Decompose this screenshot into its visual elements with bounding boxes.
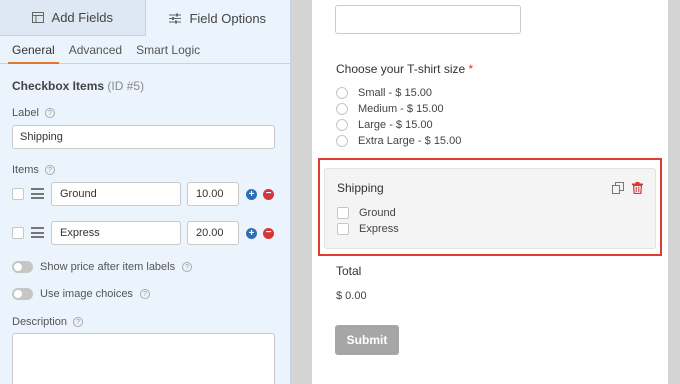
radio-button[interactable] xyxy=(336,135,348,147)
show-price-label: Show price after item labels xyxy=(40,261,176,273)
show-price-toggle[interactable] xyxy=(12,261,33,273)
add-item-icon[interactable]: + xyxy=(246,189,257,200)
size-option-label: Small - $ 15.00 xyxy=(358,87,432,99)
add-item-icon[interactable]: + xyxy=(246,228,257,239)
panel-tabs: Add Fields Field Options xyxy=(0,0,290,36)
help-icon[interactable]: ? xyxy=(139,289,150,299)
radio-button[interactable] xyxy=(336,119,348,131)
size-option[interactable]: Small - $ 15.00 xyxy=(336,87,432,99)
image-choices-toggle[interactable] xyxy=(12,288,33,300)
help-icon[interactable]: ? xyxy=(44,165,55,175)
label-input[interactable]: Shipping xyxy=(12,125,275,149)
item-default-checkbox[interactable] xyxy=(12,227,24,239)
duplicate-icon[interactable] xyxy=(612,181,624,199)
subtab-advanced[interactable]: Advanced xyxy=(69,36,122,63)
total-value: $ 0.00 xyxy=(336,290,367,302)
image-choices-toggle-row: Use image choices ? xyxy=(12,288,150,300)
help-icon[interactable]: ? xyxy=(73,317,84,327)
submit-button[interactable]: Submit xyxy=(335,325,399,355)
selected-field-highlight: Shipping Ground Express xyxy=(318,158,662,256)
show-price-toggle-row: Show price after item labels ? xyxy=(12,261,193,273)
tab-field-options-label: Field Options xyxy=(189,10,267,26)
tshirt-size-label-text: Choose your T-shirt size xyxy=(336,62,466,76)
label-caption-text: Label xyxy=(12,107,39,119)
shipping-option-label: Express xyxy=(359,223,399,235)
shipping-option-label: Ground xyxy=(359,207,396,219)
help-icon[interactable]: ? xyxy=(44,108,55,118)
shipping-field[interactable]: Shipping Ground Express xyxy=(324,168,656,249)
checkbox[interactable] xyxy=(337,223,349,235)
help-icon[interactable]: ? xyxy=(182,262,193,272)
tab-field-options[interactable]: Field Options xyxy=(145,0,290,36)
remove-item-icon[interactable]: − xyxy=(263,228,274,239)
field-type-label: Checkbox Items xyxy=(12,79,105,93)
description-textarea[interactable] xyxy=(12,333,275,384)
size-option[interactable]: Medium - $ 15.00 xyxy=(336,103,444,115)
shipping-title: Shipping xyxy=(337,181,384,195)
size-option[interactable]: Extra Large - $ 15.00 xyxy=(336,135,461,147)
item-label-input[interactable]: Express xyxy=(51,221,181,245)
item-label-input[interactable]: Ground xyxy=(51,182,181,206)
item-row: Ground 10.00 + − xyxy=(12,182,282,206)
label-caption: Label ? xyxy=(12,107,55,119)
sliders-icon xyxy=(169,13,182,24)
item-default-checkbox[interactable] xyxy=(12,188,24,200)
section-title: Checkbox Items (ID #5) xyxy=(12,79,144,93)
size-option[interactable]: Large - $ 15.00 xyxy=(336,119,433,131)
item-price-input[interactable]: 10.00 xyxy=(187,182,239,206)
description-caption: Description ? xyxy=(12,316,84,328)
checkbox[interactable] xyxy=(337,207,349,219)
size-option-label: Extra Large - $ 15.00 xyxy=(358,135,462,147)
field-id: (ID #5) xyxy=(107,79,145,93)
drag-handle-icon[interactable] xyxy=(31,227,44,238)
required-mark: * xyxy=(468,62,474,76)
field-actions xyxy=(612,181,643,199)
shipping-option[interactable]: Express xyxy=(337,223,399,235)
tshirt-size-label: Choose your T-shirt size * xyxy=(336,62,473,76)
total-label: Total xyxy=(336,264,362,278)
size-option-label: Medium - $ 15.00 xyxy=(358,103,444,115)
description-caption-text: Description xyxy=(12,316,68,328)
drag-handle-icon[interactable] xyxy=(31,188,44,199)
field-options-panel: Add Fields Field Options General Advance… xyxy=(0,0,291,384)
subtab-smart-logic[interactable]: Smart Logic xyxy=(136,36,200,63)
image-choices-label: Use image choices xyxy=(40,288,133,300)
tab-add-fields-label: Add Fields xyxy=(51,10,113,25)
shipping-option[interactable]: Ground xyxy=(337,207,396,219)
size-option-label: Large - $ 15.00 xyxy=(358,119,433,131)
form-preview: Choose your T-shirt size * Small - $ 15.… xyxy=(312,0,668,384)
preview-text-input[interactable] xyxy=(335,5,521,34)
items-caption: Items ? xyxy=(12,164,55,176)
items-caption-text: Items xyxy=(12,164,39,176)
item-price-input[interactable]: 20.00 xyxy=(187,221,239,245)
tab-add-fields[interactable]: Add Fields xyxy=(0,0,146,36)
radio-button[interactable] xyxy=(336,103,348,115)
list-icon xyxy=(31,12,44,23)
radio-button[interactable] xyxy=(336,87,348,99)
remove-item-icon[interactable]: − xyxy=(263,189,274,200)
subtab-general[interactable]: General xyxy=(8,36,59,64)
item-row: Express 20.00 + − xyxy=(12,221,282,245)
option-subtabs: General Advanced Smart Logic xyxy=(0,36,290,64)
trash-icon[interactable] xyxy=(632,181,643,199)
